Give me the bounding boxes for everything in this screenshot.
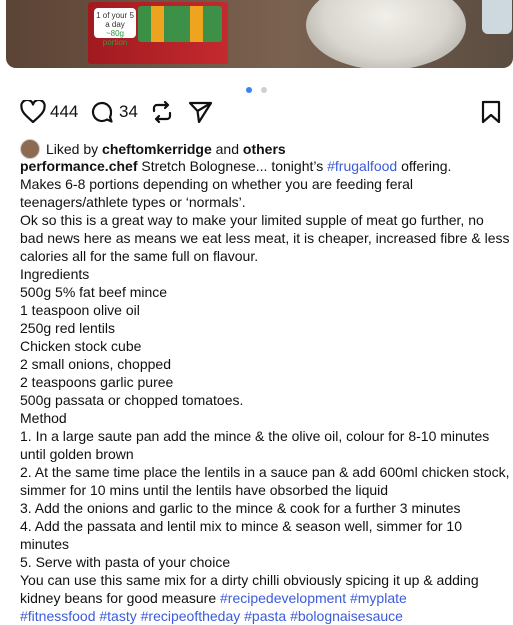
hashtag-links[interactable]: #fitnessfood #tasty #recipeoftheday #pas… xyxy=(20,608,403,624)
comment-button[interactable]: 34 xyxy=(90,100,138,124)
caption-line: Ingredients xyxy=(20,266,90,282)
caption-line: 2. At the same time place the lentils in… xyxy=(20,464,510,498)
repost-icon xyxy=(150,100,174,124)
like-count: 444 xyxy=(50,102,79,121)
caption-line: Makes 6-8 portions depending on whether … xyxy=(20,176,414,210)
comment-count: 34 xyxy=(119,102,138,121)
caption-line: Method xyxy=(20,410,67,426)
caption-line: 500g 5% fat beef mince xyxy=(20,284,168,300)
caption-line: 4. Add the passata and lentil mix to min… xyxy=(20,518,462,552)
five-a-day-card: 1 of your 5 a day ~80g portion xyxy=(94,8,136,47)
hashtag-links[interactable]: #recipedevelopment #myplate xyxy=(220,590,407,606)
repost-button[interactable] xyxy=(150,100,174,124)
five-a-day-text: 1 of your 5 a day xyxy=(96,11,134,29)
caption-line: 2 teaspoons garlic puree xyxy=(20,374,174,390)
avatar[interactable] xyxy=(20,139,40,159)
comment-icon xyxy=(90,100,114,124)
caption-last-line: You can use this same mix for a dirty ch… xyxy=(20,571,510,607)
caption-line: 5. Serve with pasta of your choice xyxy=(20,554,231,570)
caption-line: 500g passata or chopped tomatoes. xyxy=(20,392,244,408)
carousel-dot-active[interactable] xyxy=(246,87,253,93)
heart-icon xyxy=(20,100,46,124)
liked-by-and: and xyxy=(215,141,239,157)
caption-line: 3. Add the onions and garlic to the minc… xyxy=(20,500,461,516)
author-username[interactable]: performance.chef xyxy=(20,158,137,174)
action-bar: 444 34 xyxy=(20,100,507,126)
bookmark-button[interactable] xyxy=(481,100,501,124)
caption-line: 1 teaspoon olive oil xyxy=(20,302,140,318)
post-photo[interactable]: 1 of your 5 a day ~80g portion xyxy=(6,0,513,68)
caption-first-line: performance.chef Stretch Bolognese... to… xyxy=(20,157,510,175)
liked-by-username[interactable]: cheftomkerridge xyxy=(102,141,212,157)
yogurt-tub xyxy=(306,0,466,68)
liked-by-others[interactable]: others xyxy=(243,141,286,157)
carousel-dot[interactable] xyxy=(260,87,267,93)
post-caption: performance.chef Stretch Bolognese... to… xyxy=(20,157,510,625)
caption-line: 2 small onions, chopped xyxy=(20,356,171,372)
caption-hashtags: #fitnessfood #tasty #recipeoftheday #pas… xyxy=(20,607,510,625)
share-icon xyxy=(188,100,214,124)
liked-by-line: Liked by cheftomkerridge and others xyxy=(20,139,286,159)
nutrition-label xyxy=(138,6,222,42)
caption-line: Ok so this is a great way to make your l… xyxy=(20,212,510,264)
caption-intro-end: offering. xyxy=(401,158,452,174)
hashtag-link[interactable]: #frugalfood xyxy=(327,158,397,174)
jar-lid xyxy=(482,0,512,34)
caption-line: 250g red lentils xyxy=(20,320,115,336)
like-button[interactable]: 444 xyxy=(20,100,78,124)
carousel-indicator xyxy=(0,80,513,98)
share-button[interactable] xyxy=(188,100,214,124)
caption-intro: Stretch Bolognese... tonight’s xyxy=(141,158,324,174)
caption-line: 1. In a large saute pan add the mince & … xyxy=(20,428,490,462)
caption-line: Chicken stock cube xyxy=(20,338,142,354)
liked-by-prefix: Liked by xyxy=(46,141,99,157)
five-a-day-subtext: ~80g portion xyxy=(102,29,128,47)
bookmark-icon xyxy=(481,100,501,124)
